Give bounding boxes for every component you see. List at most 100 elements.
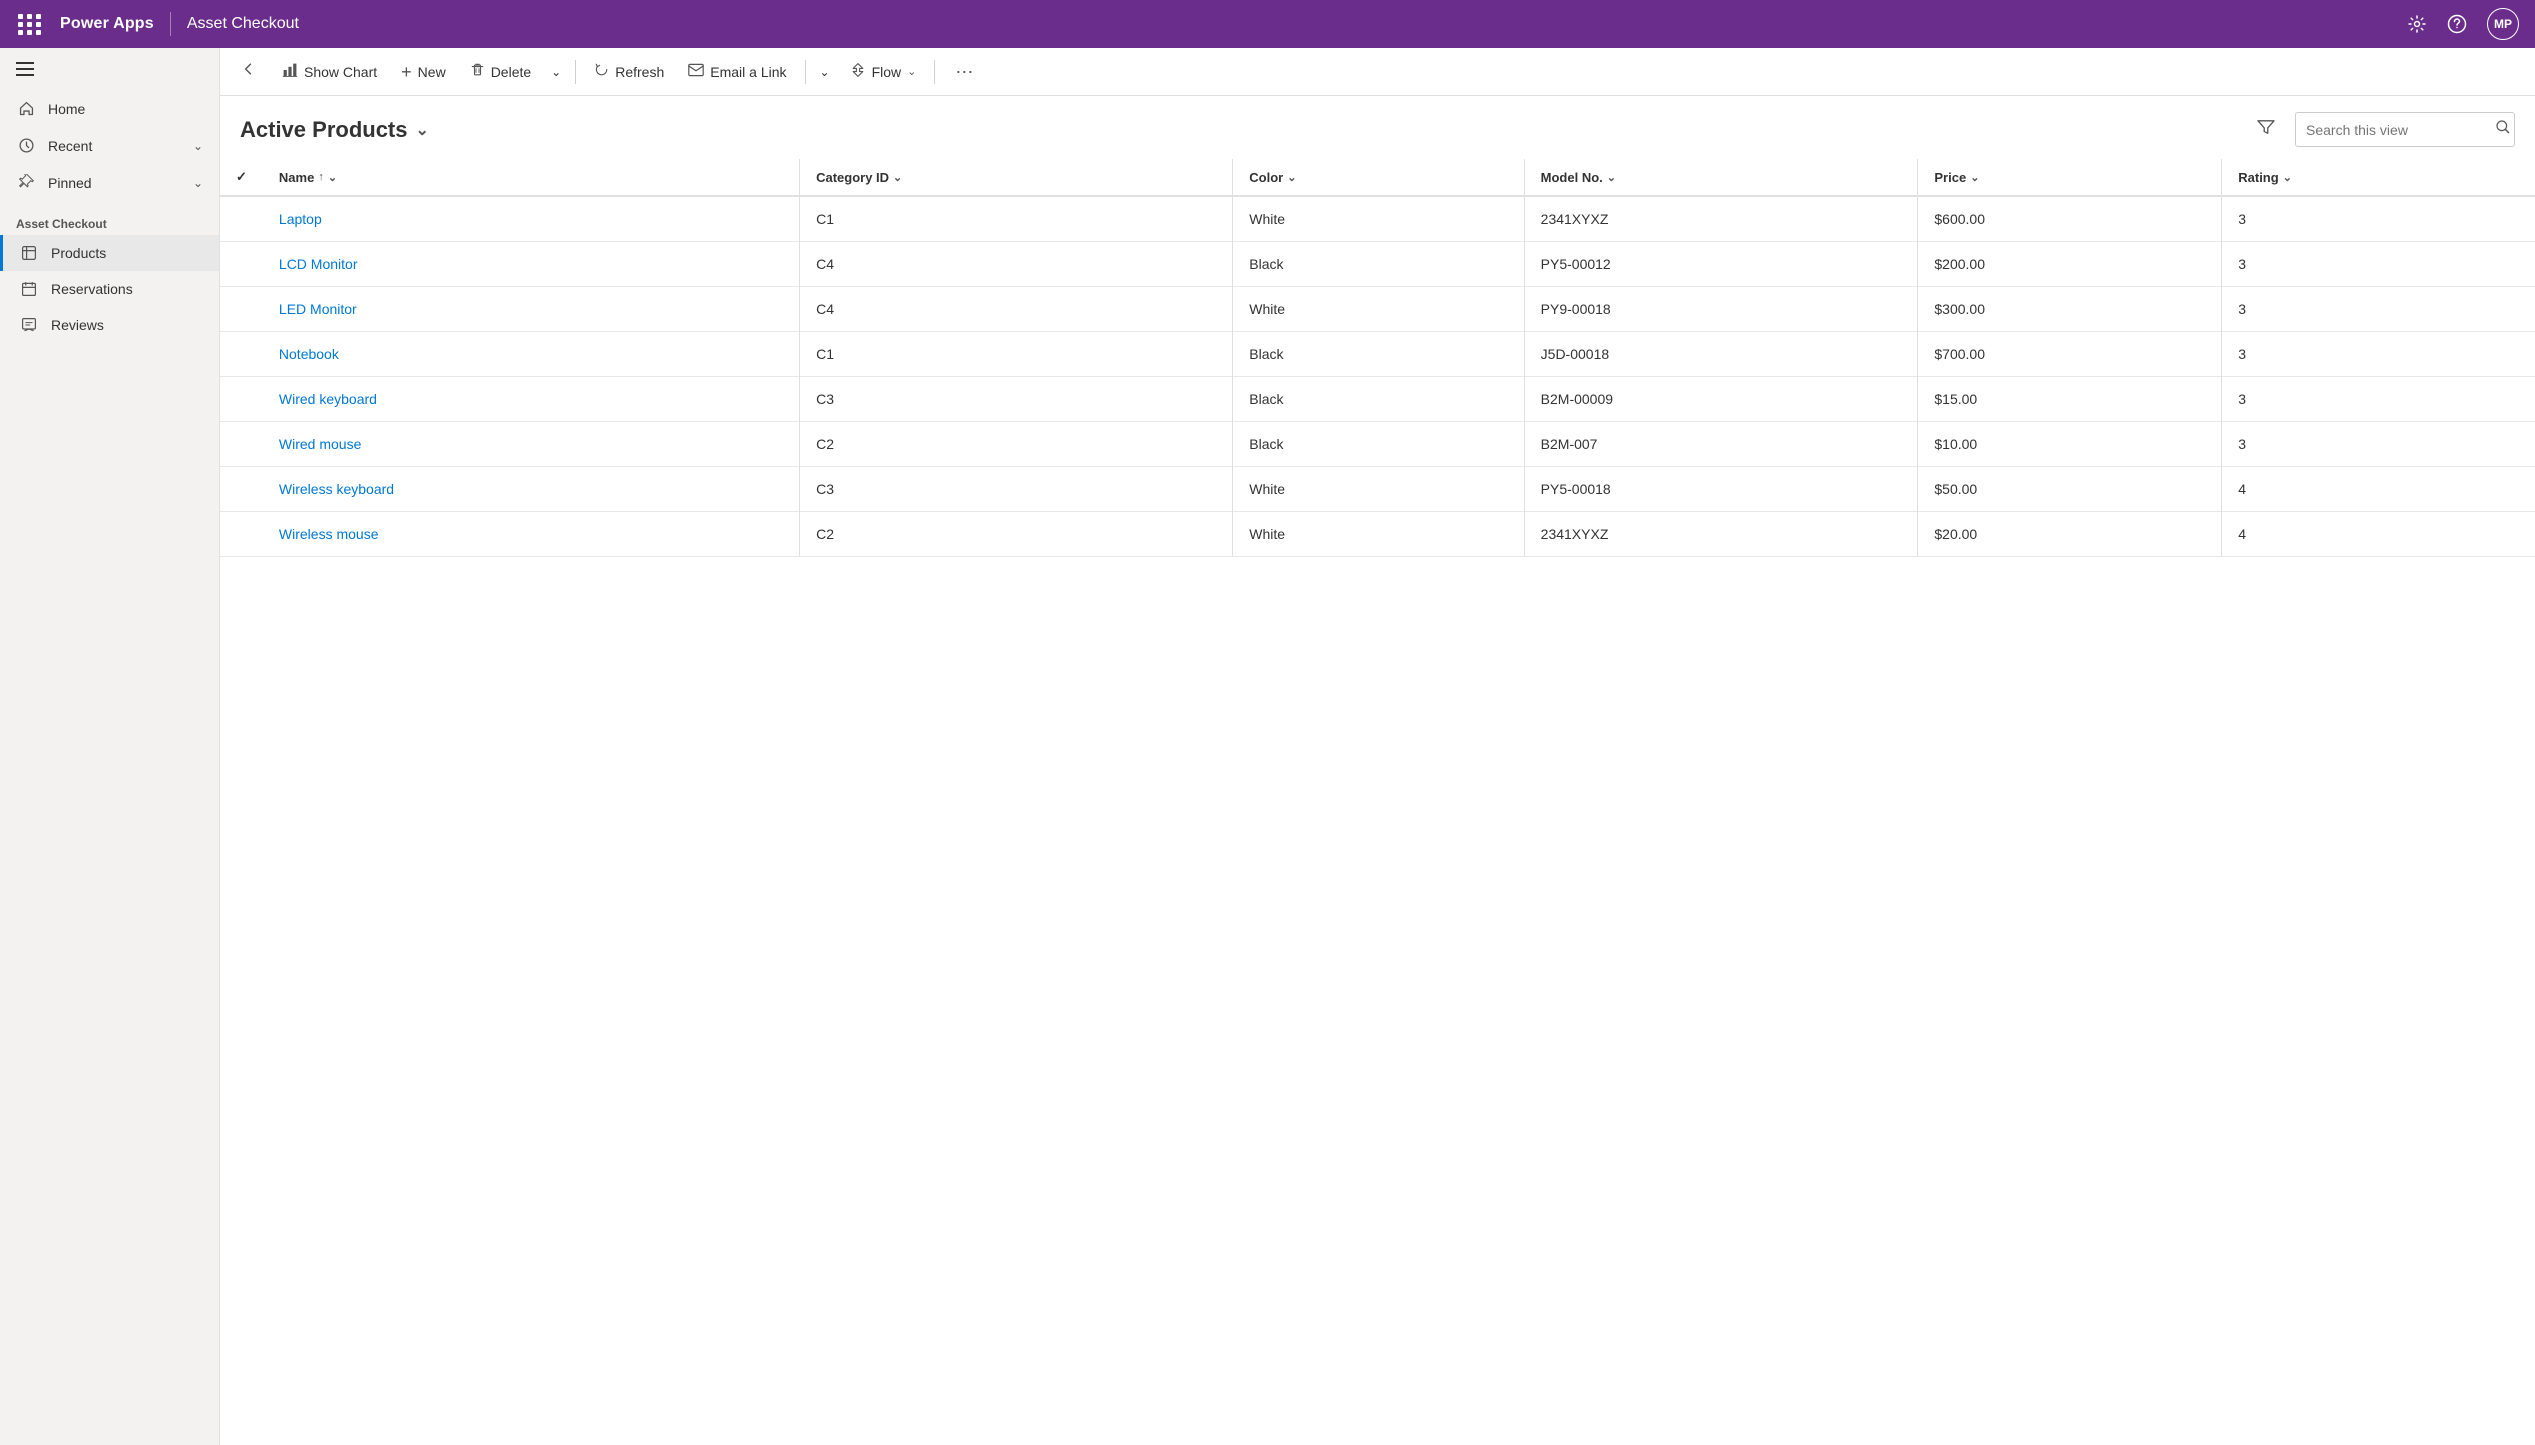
row-check-6[interactable]: [220, 467, 263, 512]
help-icon[interactable]: [2447, 14, 2467, 34]
sidebar-item-products[interactable]: Products: [0, 235, 219, 271]
table-row: Laptop C1 White 2341XYXZ $600.00 3: [220, 196, 2535, 242]
price-sort[interactable]: ⌄: [1970, 171, 1979, 184]
email-link-dropdown-button[interactable]: ⌄: [814, 59, 836, 85]
flow-icon: [850, 62, 866, 82]
row-category-6: C3: [800, 467, 1233, 512]
color-col-label: Color: [1249, 170, 1283, 185]
model-sort[interactable]: ⌄: [1607, 171, 1616, 184]
table-row: LED Monitor C4 White PY9-00018 $300.00 3: [220, 287, 2535, 332]
search-icon-button[interactable]: [2495, 119, 2511, 140]
row-category-1: C4: [800, 242, 1233, 287]
refresh-label: Refresh: [615, 64, 664, 80]
table-header-category[interactable]: Category ID ⌄: [800, 159, 1233, 196]
toolbar-divider-3: [934, 60, 935, 84]
row-category-5: C2: [800, 422, 1233, 467]
user-avatar[interactable]: MP: [2487, 8, 2519, 40]
pinned-chevron: ⌄: [193, 176, 203, 190]
toolbar-divider-1: [575, 60, 576, 84]
row-name-1[interactable]: LCD Monitor: [263, 242, 800, 287]
row-color-2: White: [1233, 287, 1524, 332]
new-button[interactable]: + New: [391, 57, 456, 87]
email-link-button[interactable]: Email a Link: [678, 57, 796, 87]
row-name-4[interactable]: Wired keyboard: [263, 377, 800, 422]
row-check-5[interactable]: [220, 422, 263, 467]
row-price-0: $600.00: [1918, 196, 2222, 242]
show-chart-button[interactable]: Show Chart: [272, 56, 387, 88]
filter-button[interactable]: [2249, 115, 2283, 144]
table-header-price[interactable]: Price ⌄: [1918, 159, 2222, 196]
products-icon: [19, 245, 39, 261]
sidebar-item-recent[interactable]: Recent ⌄: [0, 127, 219, 164]
show-chart-icon: [282, 62, 298, 82]
color-sort[interactable]: ⌄: [1287, 171, 1296, 184]
row-check-2[interactable]: [220, 287, 263, 332]
table-body: Laptop C1 White 2341XYXZ $600.00 3 LCD M…: [220, 196, 2535, 557]
toolbar: Show Chart + New Delete ⌄: [220, 48, 2535, 96]
sidebar-item-reservations[interactable]: Reservations: [0, 271, 219, 307]
rating-sort[interactable]: ⌄: [2283, 171, 2292, 184]
topbar-separator: [170, 12, 171, 36]
sidebar: Home Recent ⌄ Pinned ⌄ Asset Checkout: [0, 48, 220, 1445]
row-check-7[interactable]: [220, 512, 263, 557]
products-label: Products: [51, 245, 106, 261]
row-check-3[interactable]: [220, 332, 263, 377]
row-name-5[interactable]: Wired mouse: [263, 422, 800, 467]
table-header-row: ✓ Name ↑ ⌄ Category ID: [220, 159, 2535, 196]
row-rating-0: 3: [2222, 196, 2535, 242]
show-chart-label: Show Chart: [304, 64, 377, 80]
row-category-2: C4: [800, 287, 1233, 332]
row-category-4: C3: [800, 377, 1233, 422]
row-price-7: $20.00: [1918, 512, 2222, 557]
flow-button[interactable]: Flow ⌄: [840, 56, 927, 88]
table-container: ✓ Name ↑ ⌄ Category ID: [220, 159, 2535, 1445]
search-input[interactable]: [2306, 122, 2487, 138]
table-row: Notebook C1 Black J5D-00018 $700.00 3: [220, 332, 2535, 377]
row-name-7[interactable]: Wireless mouse: [263, 512, 800, 557]
view-header-right: [2249, 112, 2515, 147]
row-check-1[interactable]: [220, 242, 263, 287]
more-button[interactable]: ⋯: [947, 57, 981, 87]
row-category-0: C1: [800, 196, 1233, 242]
row-name-6[interactable]: Wireless keyboard: [263, 467, 800, 512]
row-color-0: White: [1233, 196, 1524, 242]
row-price-5: $10.00: [1918, 422, 2222, 467]
settings-icon[interactable]: [2407, 14, 2427, 34]
refresh-button[interactable]: Refresh: [584, 56, 674, 87]
delete-icon: [470, 62, 485, 81]
view-header: Active Products ⌄: [220, 96, 2535, 159]
name-sort-dropdown[interactable]: ⌄: [328, 171, 337, 184]
row-price-1: $200.00: [1918, 242, 2222, 287]
row-check-0[interactable]: [220, 196, 263, 242]
row-name-0[interactable]: Laptop: [263, 196, 800, 242]
sidebar-item-pinned[interactable]: Pinned ⌄: [0, 164, 219, 201]
sidebar-item-reviews[interactable]: Reviews: [0, 307, 219, 343]
view-title-dropdown[interactable]: ⌄: [416, 120, 429, 140]
row-name-2[interactable]: LED Monitor: [263, 287, 800, 332]
sidebar-item-home[interactable]: Home: [0, 90, 219, 127]
row-color-7: White: [1233, 512, 1524, 557]
row-color-1: Black: [1233, 242, 1524, 287]
table-header-check[interactable]: ✓: [220, 159, 263, 196]
row-name-3[interactable]: Notebook: [263, 332, 800, 377]
table-row: LCD Monitor C4 Black PY5-00012 $200.00 3: [220, 242, 2535, 287]
pinned-icon: [16, 174, 36, 191]
category-sort[interactable]: ⌄: [893, 171, 902, 184]
table-header-name[interactable]: Name ↑ ⌄: [263, 159, 800, 196]
back-button[interactable]: [232, 55, 264, 88]
flow-chevron: ⌄: [907, 65, 916, 78]
waffle-menu-button[interactable]: [16, 10, 44, 38]
table-header-model[interactable]: Model No. ⌄: [1524, 159, 1918, 196]
delete-label: Delete: [491, 64, 531, 80]
sidebar-hamburger[interactable]: [0, 48, 219, 90]
row-check-4[interactable]: [220, 377, 263, 422]
table-header-color[interactable]: Color ⌄: [1233, 159, 1524, 196]
delete-button[interactable]: Delete: [460, 56, 541, 87]
row-price-6: $50.00: [1918, 467, 2222, 512]
recent-icon: [16, 137, 36, 154]
row-color-3: Black: [1233, 332, 1524, 377]
pinned-label: Pinned: [48, 175, 181, 191]
delete-dropdown-button[interactable]: ⌄: [545, 59, 567, 85]
table-header-rating[interactable]: Rating ⌄: [2222, 159, 2535, 196]
row-model-2: PY9-00018: [1524, 287, 1918, 332]
